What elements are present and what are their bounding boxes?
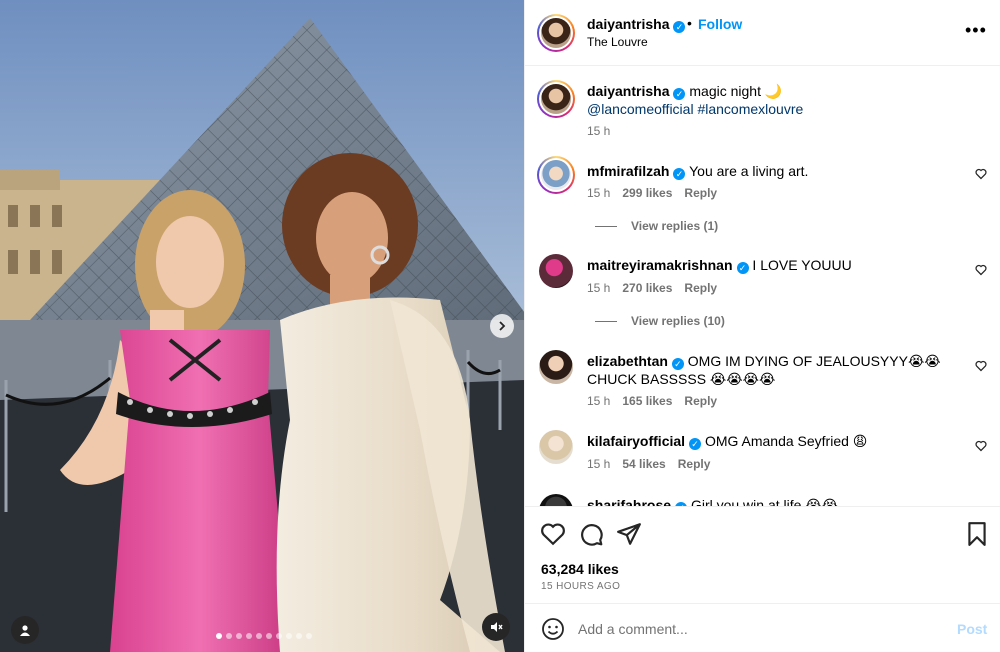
post-photo xyxy=(0,0,524,652)
post-modal: daiyantrisha ✓ • Follow The Louvre ••• da… xyxy=(0,0,1000,652)
separator-dot: • xyxy=(687,15,692,31)
carousel-indicator xyxy=(216,633,312,639)
heart-icon[interactable] xyxy=(540,521,566,547)
comment-text: OMG Amanda Seyfried 😩 xyxy=(704,433,868,449)
comment-icon[interactable] xyxy=(578,521,604,547)
comment-time: 15 h xyxy=(587,186,611,200)
verified-badge-icon: ✓ xyxy=(673,21,686,33)
comment-likes[interactable]: 270 likes xyxy=(622,281,672,295)
carousel-dot xyxy=(296,633,302,639)
verified-badge-icon: ✓ xyxy=(671,358,684,370)
comment-like-button[interactable] xyxy=(975,264,987,279)
comment-likes[interactable]: 299 likes xyxy=(622,186,672,200)
comment-text: Girl you win at life 😭😭 xyxy=(690,497,839,506)
more-horizontal-icon: ••• xyxy=(965,20,987,40)
heart-icon xyxy=(975,360,987,372)
post-timestamp[interactable]: 15 HOURS AGO xyxy=(541,581,620,592)
reply-button[interactable]: Reply xyxy=(684,281,717,295)
comment-input[interactable] xyxy=(578,616,938,642)
comment-username[interactable]: kilafairyofficial xyxy=(587,433,685,449)
caption-username[interactable]: daiyantrisha xyxy=(587,83,669,99)
comment-like-button[interactable] xyxy=(975,440,987,455)
comment-likes[interactable]: 54 likes xyxy=(622,457,665,471)
heart-icon xyxy=(975,264,987,276)
comment-text: I LOVE YOUUU xyxy=(752,257,852,273)
add-comment-bar: Post xyxy=(525,603,1000,652)
likes-count[interactable]: 63,284 likes xyxy=(541,561,619,577)
caption-text: magic night 🌙 xyxy=(689,83,783,99)
carousel-next-button[interactable] xyxy=(490,314,514,338)
view-replies-button[interactable]: View replies (1) xyxy=(595,219,718,233)
caption-mentions[interactable]: @lancomeofficial #lancomexlouvre xyxy=(587,101,803,117)
comment-avatar[interactable] xyxy=(537,156,575,194)
comment-username[interactable]: maitreyiramakrishnan xyxy=(587,257,733,273)
comment-avatar[interactable] xyxy=(539,254,573,288)
comment-time: 15 h xyxy=(587,457,611,471)
post-location[interactable]: The Louvre xyxy=(587,35,648,49)
comment-time: 15 h xyxy=(587,394,611,408)
heart-icon xyxy=(975,440,987,452)
comment-like-button[interactable] xyxy=(975,360,987,375)
comment-avatar[interactable] xyxy=(539,494,573,506)
more-options-button[interactable]: ••• xyxy=(965,20,987,41)
carousel-dot xyxy=(246,633,252,639)
caption-avatar[interactable] xyxy=(537,80,575,118)
comment-meta: 15 h 299 likes Reply xyxy=(587,186,717,200)
reply-button[interactable]: Reply xyxy=(684,186,717,200)
comment-username[interactable]: mfmirafilzah xyxy=(587,163,669,179)
verified-badge-icon: ✓ xyxy=(673,88,686,100)
post-actions: 63,284 likes 15 HOURS AGO xyxy=(525,506,1000,602)
emoji-icon[interactable] xyxy=(541,617,565,641)
comment-like-button[interactable] xyxy=(975,168,987,183)
comment-meta: 15 h 54 likes Reply xyxy=(587,457,710,471)
user-tag-icon xyxy=(20,625,30,636)
verified-badge-icon: ✓ xyxy=(736,262,749,274)
comment-username[interactable]: sharifahrose xyxy=(587,497,671,506)
comment-time: 15 h xyxy=(587,281,611,295)
follow-button[interactable]: Follow xyxy=(698,16,742,32)
user-tag-button[interactable] xyxy=(11,616,39,644)
chevron-right-icon xyxy=(499,321,506,331)
mute-button[interactable] xyxy=(482,613,510,641)
carousel-dot xyxy=(216,633,222,639)
comment-avatar[interactable] xyxy=(539,430,573,464)
carousel-dot xyxy=(236,633,242,639)
author-avatar[interactable] xyxy=(537,14,575,52)
comment-avatar[interactable] xyxy=(539,350,573,384)
heart-icon xyxy=(975,168,987,180)
comment-meta: 15 h 270 likes Reply xyxy=(587,281,717,295)
post-media[interactable] xyxy=(0,0,524,652)
post-header: daiyantrisha ✓ • Follow The Louvre ••• xyxy=(525,0,1000,66)
post-comment-button[interactable]: Post xyxy=(957,621,987,637)
comment-text: You are a living art. xyxy=(689,163,809,179)
caption-time: 15 h xyxy=(587,124,611,138)
author-username[interactable]: daiyantrisha ✓ xyxy=(587,16,686,33)
carousel-dot xyxy=(266,633,272,639)
audio-muted-icon xyxy=(491,622,503,632)
comment-likes[interactable]: 165 likes xyxy=(622,394,672,408)
comment-text-line-2: CHUCK BASSSSS 😭😭😭😭 xyxy=(587,371,776,387)
verified-badge-icon: ✓ xyxy=(689,438,702,450)
verified-badge-icon: ✓ xyxy=(673,168,686,180)
carousel-dot xyxy=(226,633,232,639)
view-replies-button[interactable]: View replies (10) xyxy=(595,314,725,328)
bookmark-icon[interactable] xyxy=(964,521,990,547)
carousel-dot xyxy=(256,633,262,639)
comment-meta: 15 h 165 likes Reply xyxy=(587,394,717,408)
comments-list[interactable]: daiyantrisha ✓ magic night 🌙 @lancomeoffi… xyxy=(525,66,1000,506)
comment-text: OMG IM DYING OF JEALOUSYYY😭😭 xyxy=(687,353,941,369)
comment-username[interactable]: elizabethtan xyxy=(587,353,668,369)
carousel-dot xyxy=(306,633,312,639)
reply-button[interactable]: Reply xyxy=(678,457,711,471)
share-icon[interactable] xyxy=(616,521,642,547)
carousel-dot xyxy=(276,633,282,639)
reply-button[interactable]: Reply xyxy=(684,394,717,408)
carousel-dot xyxy=(286,633,292,639)
post-details-panel: daiyantrisha ✓ • Follow The Louvre ••• da… xyxy=(524,0,1000,652)
